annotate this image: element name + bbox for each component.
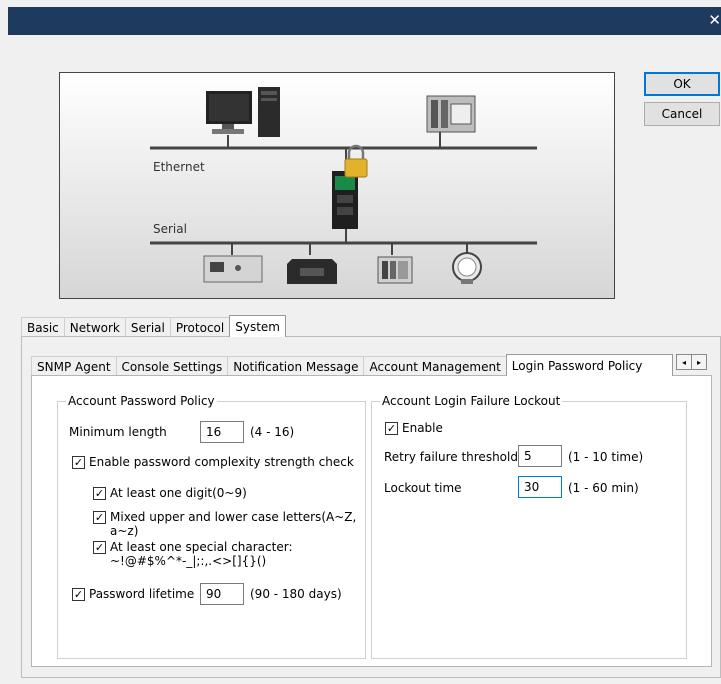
pc-monitor-icon [206, 91, 252, 134]
tab-login-password-policy[interactable]: Login Password Policy [505, 354, 674, 376]
tab-serial[interactable]: Serial [124, 317, 171, 337]
lockout-time-input[interactable]: 30 [518, 476, 562, 498]
tab-basic[interactable]: Basic [21, 317, 65, 337]
password-lifetime-range: (90 - 180 days) [250, 587, 342, 601]
retry-threshold-label: Retry failure threshold [384, 450, 518, 464]
scroll-right-icon[interactable]: ▸ [691, 354, 707, 370]
tab-account-management[interactable]: Account Management [363, 356, 507, 376]
lockout-enable-label: Enable [402, 421, 443, 435]
ok-button[interactable]: OK [644, 72, 720, 96]
min-length-range: (4 - 16) [250, 425, 295, 439]
login-password-policy-panel: Account Password Policy Minimum length 1… [31, 375, 712, 667]
plc-controller-icon [426, 95, 476, 133]
special-char-label: At least one special character: [110, 540, 293, 554]
retry-threshold-input[interactable]: 5 [518, 445, 562, 467]
lockout-enable-checkbox[interactable]: ✓ [385, 422, 398, 435]
cancel-button[interactable]: Cancel [644, 102, 720, 126]
retry-threshold-range: (1 - 10 time) [568, 450, 644, 464]
account-password-policy-group: Account Password Policy Minimum length 1… [57, 394, 366, 659]
tab-notification-message[interactable]: Notification Message [227, 356, 365, 376]
tab-protocol[interactable]: Protocol [169, 317, 231, 337]
tab-console-settings[interactable]: Console Settings [115, 356, 229, 376]
lockout-time-range: (1 - 60 min) [568, 481, 639, 495]
tab-snmp-agent[interactable]: SNMP Agent [31, 356, 117, 376]
pc-tower-icon [258, 87, 280, 137]
serial-device-2-icon [287, 259, 337, 284]
lock-icon [344, 144, 368, 178]
close-icon[interactable]: ✕ [708, 12, 721, 28]
network-diagram: Ethernet Serial [59, 72, 615, 299]
password-lifetime-checkbox[interactable]: ✓ [72, 588, 85, 601]
mixed-case-label: Mixed upper and lower case letters(A~Z, [110, 510, 357, 524]
tab-system[interactable]: System [229, 315, 286, 337]
serial-device-3-icon [377, 256, 413, 284]
password-lifetime-input[interactable]: 90 [200, 583, 244, 605]
password-lifetime-label: Password lifetime [89, 587, 195, 601]
ethernet-label: Ethernet [153, 160, 205, 174]
complexity-checkbox[interactable]: ✓ [72, 456, 85, 469]
title-bar: ✕ [8, 7, 721, 35]
serial-device-1-icon [203, 255, 263, 283]
group-title-lockout: Account Login Failure Lockout [380, 394, 563, 408]
mixed-case-label-cont: a~z) [110, 524, 139, 538]
min-length-label: Minimum length [69, 425, 167, 439]
group-title-password-policy: Account Password Policy [66, 394, 217, 408]
sub-tab-strip: SNMP Agent Console Settings Notification… [31, 354, 674, 376]
digit-checkbox[interactable]: ✓ [93, 487, 106, 500]
digit-label: At least one digit(0~9) [110, 486, 247, 500]
special-char-list: ~!@#$%^*-_|;:,.<>[]{}() [110, 554, 267, 568]
lockout-time-label: Lockout time [384, 481, 462, 495]
meter-icon [452, 252, 482, 284]
login-failure-lockout-group: Account Login Failure Lockout ✓ Enable R… [371, 394, 687, 659]
min-length-input[interactable]: 16 [200, 421, 244, 443]
tab-network[interactable]: Network [63, 317, 126, 337]
serial-label: Serial [153, 222, 187, 236]
special-char-checkbox[interactable]: ✓ [93, 541, 106, 554]
diagram-illustration [150, 87, 537, 284]
complexity-label: Enable password complexity strength chec… [89, 455, 354, 469]
nport-device-icon [332, 171, 358, 229]
mixed-case-checkbox[interactable]: ✓ [93, 511, 106, 524]
scroll-left-icon[interactable]: ◂ [676, 354, 692, 370]
main-tab-strip: Basic Network Serial Protocol System [21, 315, 286, 337]
tab-scroll-buttons: ◂ ▸ [676, 354, 707, 370]
